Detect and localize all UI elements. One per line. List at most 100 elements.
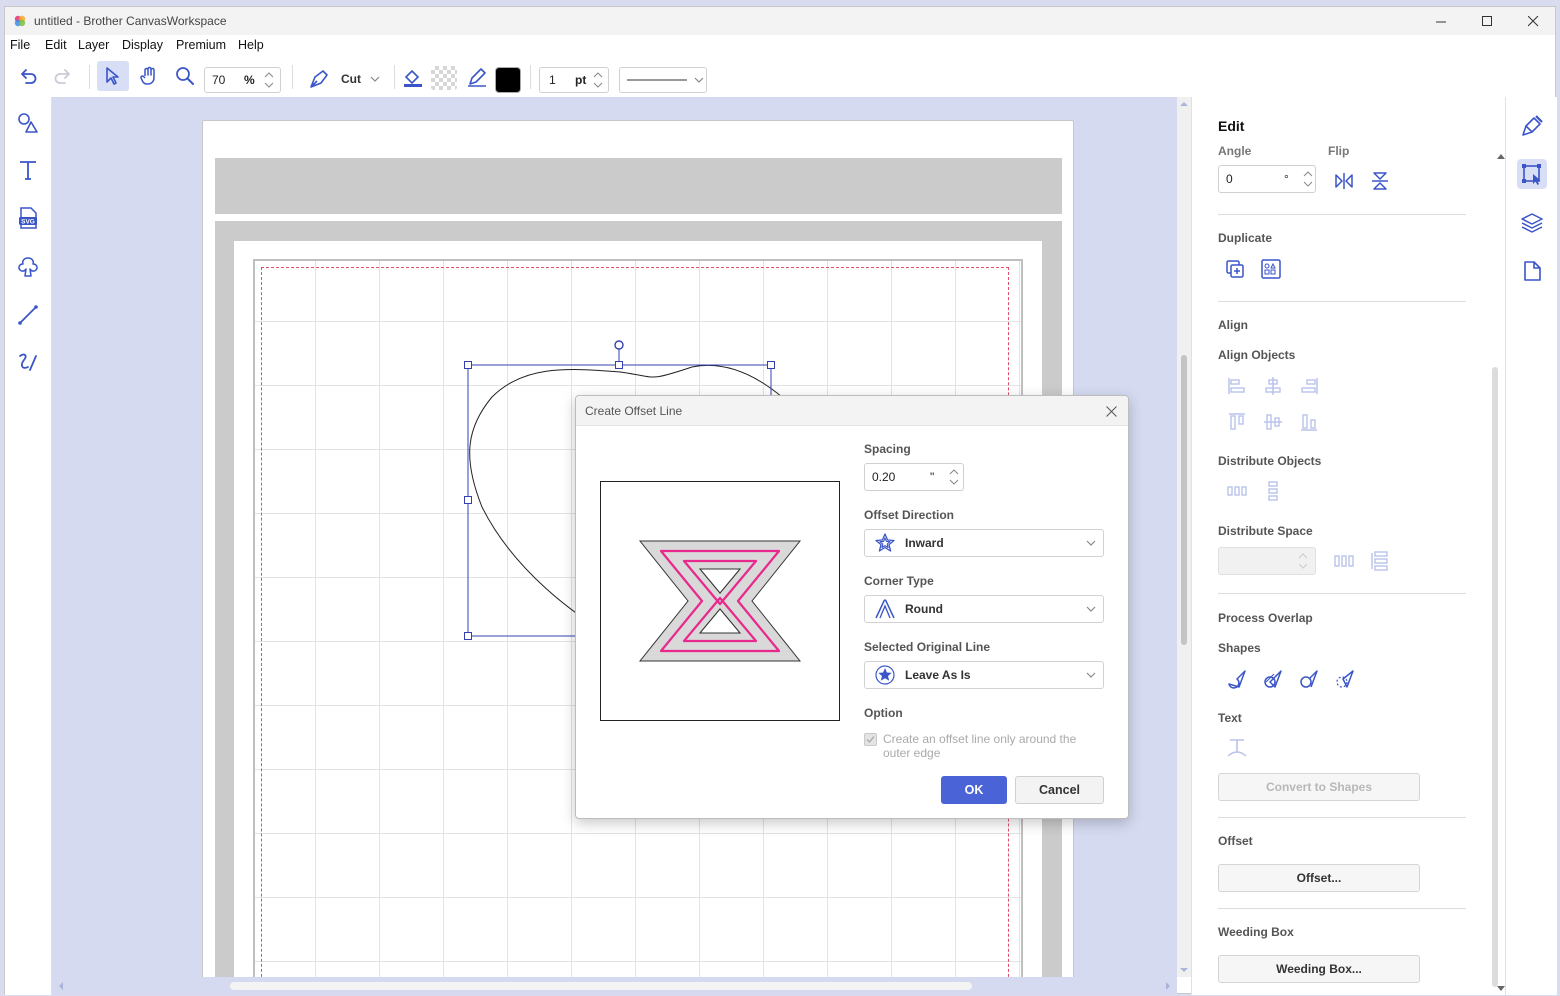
scroll-right-icon[interactable] bbox=[1163, 977, 1173, 995]
angle-stepper[interactable]: 0 ° bbox=[1218, 165, 1316, 193]
layers-tab-button[interactable] bbox=[1517, 208, 1547, 238]
offset-direction-select[interactable]: Inward bbox=[864, 529, 1104, 557]
stepper-arrows-icon[interactable] bbox=[592, 69, 604, 91]
distribute-space-horizontal-button[interactable] bbox=[1331, 548, 1357, 574]
line-style-dropdown[interactable] bbox=[619, 67, 707, 93]
resize-handle[interactable] bbox=[767, 361, 775, 369]
hand-tool-button[interactable] bbox=[135, 63, 163, 89]
line-color-swatch[interactable] bbox=[495, 67, 521, 93]
weeding-box-label: Weeding Box bbox=[1218, 925, 1294, 939]
weeding-box-button[interactable]: Weeding Box... bbox=[1218, 955, 1420, 983]
distribute-space-stepper[interactable] bbox=[1218, 547, 1316, 575]
canvas-vertical-scrollbar[interactable] bbox=[1177, 97, 1191, 977]
canvas-horizontal-scrollbar[interactable] bbox=[52, 977, 1177, 995]
zoom-stepper[interactable]: 70 % bbox=[204, 67, 281, 93]
edit-transform-icon bbox=[1522, 164, 1541, 185]
resize-handle[interactable] bbox=[464, 632, 472, 640]
spacing-stepper[interactable]: 0.20 " bbox=[864, 463, 964, 491]
distribute-vertical-button[interactable] bbox=[1260, 478, 1286, 504]
align-middle-button[interactable] bbox=[1260, 409, 1286, 435]
stepper-arrows-icon[interactable] bbox=[948, 466, 960, 488]
line-tool-button[interactable] bbox=[15, 302, 41, 328]
stepper-arrows-icon[interactable] bbox=[263, 69, 275, 91]
text-tool-button[interactable] bbox=[15, 157, 41, 183]
select-tool-button[interactable] bbox=[97, 61, 129, 91]
fill-color-swatch[interactable] bbox=[431, 66, 457, 90]
scroll-thumb[interactable] bbox=[1181, 355, 1187, 645]
draw-icon bbox=[19, 353, 37, 371]
align-objects-label: Align Objects bbox=[1218, 348, 1296, 362]
scroll-thumb[interactable] bbox=[230, 982, 972, 990]
align-center-button[interactable] bbox=[1260, 373, 1286, 399]
resize-handle[interactable] bbox=[615, 361, 623, 369]
menu-file[interactable]: File bbox=[10, 38, 30, 52]
hand-icon bbox=[140, 66, 155, 85]
redo-button[interactable] bbox=[50, 63, 76, 89]
selected-original-line-select[interactable]: Leave As Is bbox=[864, 661, 1104, 689]
shapes-tool-button[interactable] bbox=[15, 110, 41, 136]
page-tab-button[interactable] bbox=[1517, 256, 1547, 286]
line-width-stepper[interactable]: 1 pt bbox=[539, 67, 609, 93]
svg-import-button[interactable]: SVG bbox=[15, 205, 41, 231]
duplicate-button[interactable] bbox=[1222, 256, 1248, 282]
maximize-button[interactable] bbox=[1464, 7, 1510, 35]
fill-button[interactable] bbox=[401, 65, 425, 89]
group-overlap-button[interactable] bbox=[1260, 666, 1286, 692]
duplicate-icon bbox=[1226, 260, 1244, 278]
ok-button[interactable]: OK bbox=[941, 776, 1007, 804]
zoom-tool-button[interactable] bbox=[171, 63, 199, 89]
cancel-button[interactable]: Cancel bbox=[1015, 776, 1104, 804]
resize-handle[interactable] bbox=[464, 361, 472, 369]
intersect-button[interactable] bbox=[1332, 666, 1358, 692]
star-shape-icon bbox=[873, 663, 897, 687]
convert-to-shapes-button[interactable]: Convert to Shapes bbox=[1218, 773, 1420, 801]
line-color-button[interactable] bbox=[465, 65, 489, 89]
redo-icon bbox=[54, 69, 70, 84]
align-top-button[interactable] bbox=[1224, 409, 1250, 435]
array-duplicate-icon bbox=[1261, 259, 1281, 279]
menu-help[interactable]: Help bbox=[238, 38, 264, 52]
align-left-button[interactable] bbox=[1224, 373, 1250, 399]
inward-star-icon bbox=[873, 531, 897, 555]
align-right-button[interactable] bbox=[1296, 373, 1322, 399]
menu-display[interactable]: Display bbox=[122, 38, 163, 52]
mode-dropdown[interactable]: Cut bbox=[301, 64, 385, 94]
outer-edge-checkbox[interactable] bbox=[864, 733, 877, 746]
menu-edit[interactable]: Edit bbox=[45, 38, 67, 52]
menu-premium[interactable]: Premium bbox=[176, 38, 226, 52]
attributes-tab-button[interactable] bbox=[1517, 111, 1547, 141]
multi-duplicate-button[interactable] bbox=[1258, 256, 1284, 282]
resize-handle[interactable] bbox=[464, 496, 472, 504]
offset-button[interactable]: Offset... bbox=[1218, 864, 1420, 892]
svg-text:SVG: SVG bbox=[21, 219, 35, 226]
flip-vertical-button[interactable] bbox=[1367, 168, 1393, 194]
rotate-handle[interactable] bbox=[614, 340, 624, 350]
flip-horizontal-button[interactable] bbox=[1331, 168, 1357, 194]
pattern-tool-button[interactable] bbox=[15, 254, 41, 280]
create-offset-line-dialog: Create Offset Line Spacing 0.20 " Offset… bbox=[575, 395, 1129, 819]
edit-tab-button[interactable] bbox=[1517, 159, 1547, 189]
panel-scrollbar-thumb[interactable] bbox=[1492, 367, 1498, 987]
zoom-value: 70 bbox=[212, 73, 226, 87]
distribute-horizontal-button[interactable] bbox=[1224, 478, 1250, 504]
distribute-space-vertical-button[interactable] bbox=[1367, 548, 1393, 574]
draw-tool-button[interactable] bbox=[15, 349, 41, 375]
text-to-path-button[interactable] bbox=[1224, 735, 1250, 761]
stepper-arrows-icon[interactable] bbox=[1302, 168, 1314, 190]
close-button[interactable] bbox=[1510, 7, 1556, 35]
scroll-down-icon[interactable] bbox=[1177, 965, 1191, 975]
undo-button[interactable] bbox=[15, 63, 41, 89]
minimize-button[interactable] bbox=[1418, 7, 1464, 35]
subtract-button[interactable] bbox=[1296, 666, 1322, 692]
solid-line-icon bbox=[627, 79, 687, 81]
dialog-title: Create Offset Line bbox=[585, 404, 683, 418]
dialog-close-button[interactable] bbox=[1100, 400, 1122, 422]
magnifier-icon bbox=[176, 67, 194, 85]
align-bottom-button[interactable] bbox=[1296, 409, 1322, 435]
corner-type-select[interactable]: Round bbox=[864, 595, 1104, 623]
menu-layer[interactable]: Layer bbox=[78, 38, 109, 52]
weld-button[interactable] bbox=[1224, 666, 1250, 692]
scroll-left-icon[interactable] bbox=[56, 977, 66, 995]
scroll-up-icon[interactable] bbox=[1177, 99, 1191, 109]
stepper-arrows-icon[interactable] bbox=[1297, 550, 1309, 572]
